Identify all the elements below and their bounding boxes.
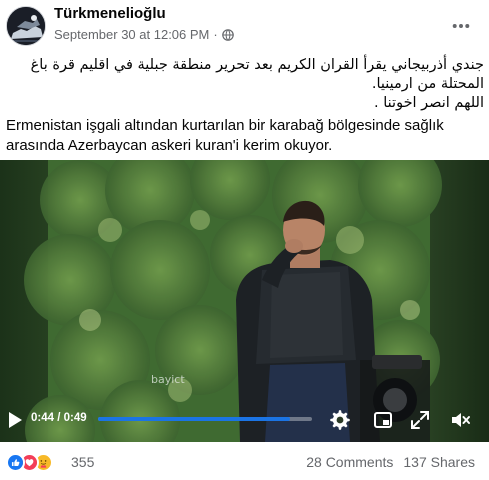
fullscreen-button[interactable] bbox=[409, 409, 431, 431]
reaction-count[interactable]: 355 bbox=[71, 454, 94, 470]
time-separator: / bbox=[54, 412, 64, 424]
post-caption: جندي أذربيجاني يقرأ القران الكريم بعد تح… bbox=[6, 56, 484, 156]
play-icon bbox=[9, 412, 22, 428]
post-stats: 28 Comments 137 Shares bbox=[306, 454, 475, 470]
play-button[interactable] bbox=[6, 410, 24, 430]
caption-arabic-line: اللهم انصر اخوتنا . bbox=[374, 95, 484, 111]
comments-count[interactable]: 28 Comments bbox=[306, 454, 393, 470]
caption-arabic-line: المحتلة من ارمينيا. bbox=[371, 76, 484, 92]
like-icon bbox=[6, 452, 25, 472]
settings-button[interactable] bbox=[329, 409, 351, 431]
progress-fill bbox=[98, 417, 291, 421]
caption-arabic-line: جندي أذربيجاني يقرأ القران الكريم بعد تح… bbox=[30, 57, 484, 73]
ellipsis-icon bbox=[452, 24, 470, 28]
post-footer: 355 28 Comments 137 Shares bbox=[0, 446, 489, 480]
post-header: Türkmenelioğlu September 30 at 12:06 PM … bbox=[0, 0, 489, 54]
reaction-icons[interactable] bbox=[6, 451, 53, 473]
progress-bar[interactable] bbox=[98, 417, 312, 421]
video-controls: 0:44 / 0:49 bbox=[0, 400, 489, 442]
volume-button[interactable] bbox=[449, 409, 471, 431]
avatar-image bbox=[7, 7, 45, 45]
shares-count[interactable]: 137 Shares bbox=[403, 454, 475, 470]
video-watermark: bayict bbox=[151, 373, 185, 386]
picture-in-picture-icon bbox=[374, 412, 392, 428]
pip-button[interactable] bbox=[372, 409, 394, 431]
globe-icon bbox=[221, 28, 234, 41]
page-name[interactable]: Türkmenelioğlu bbox=[54, 5, 166, 22]
page-avatar[interactable] bbox=[6, 6, 46, 46]
meta-separator: · bbox=[213, 27, 218, 42]
current-time: 0:44 bbox=[31, 412, 55, 424]
post-meta: September 30 at 12:06 PM · bbox=[54, 27, 234, 42]
video-time: 0:44 / 0:49 bbox=[31, 412, 87, 424]
caption-turkish-text: Ermenistan işgali altından kurtarılan bi… bbox=[6, 117, 444, 154]
video-player[interactable]: bayict 0:44 / 0:49 bbox=[0, 160, 489, 442]
mute-icon bbox=[452, 413, 470, 427]
post-timestamp[interactable]: September 30 at 12:06 PM bbox=[54, 27, 209, 42]
gear-icon bbox=[330, 410, 350, 430]
fullscreen-icon bbox=[411, 411, 429, 429]
more-options-button[interactable] bbox=[449, 14, 473, 38]
video-duration: 0:49 bbox=[63, 412, 87, 424]
